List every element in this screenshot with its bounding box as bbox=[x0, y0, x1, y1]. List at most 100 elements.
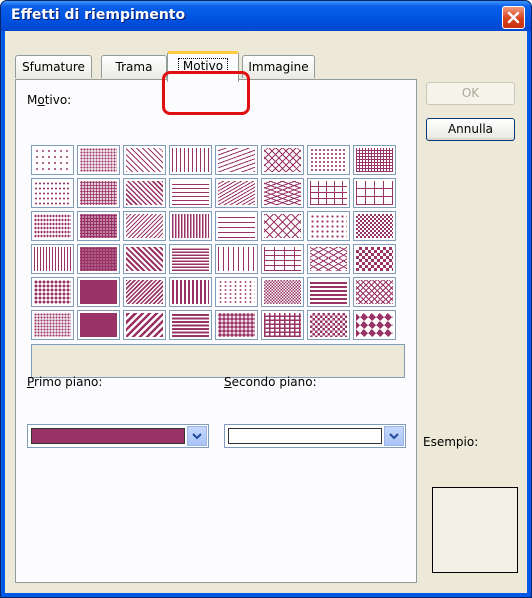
chevron-down-icon bbox=[389, 433, 399, 440]
pattern-swatch[interactable] bbox=[215, 211, 258, 241]
pattern-swatch[interactable] bbox=[353, 310, 396, 340]
pattern-swatch[interactable] bbox=[307, 244, 350, 274]
pattern-swatch-fill bbox=[264, 148, 301, 172]
pattern-swatch-fill bbox=[172, 280, 209, 304]
pattern-swatch[interactable] bbox=[215, 178, 258, 208]
pattern-swatch[interactable] bbox=[77, 145, 120, 175]
pattern-swatch[interactable] bbox=[215, 310, 258, 340]
background-color-swatch bbox=[228, 428, 382, 444]
pattern-swatch-fill bbox=[172, 181, 209, 205]
pattern-swatch[interactable] bbox=[123, 145, 166, 175]
pattern-swatch[interactable] bbox=[353, 145, 396, 175]
pattern-swatch-fill bbox=[80, 214, 117, 238]
pattern-swatch[interactable] bbox=[353, 211, 396, 241]
pattern-swatch[interactable] bbox=[307, 178, 350, 208]
pattern-swatch[interactable] bbox=[307, 145, 350, 175]
pattern-swatch[interactable] bbox=[123, 178, 166, 208]
pattern-swatch[interactable] bbox=[123, 310, 166, 340]
tab-sfumature[interactable]: Sfumature bbox=[15, 55, 92, 78]
dialog-window: Effetti di riempimento Sfumature Trama M… bbox=[0, 0, 532, 598]
pattern-swatch[interactable] bbox=[77, 211, 120, 241]
pattern-swatch-fill bbox=[172, 313, 209, 337]
pattern-swatch-fill bbox=[310, 280, 347, 304]
pattern-swatch-fill bbox=[356, 148, 393, 172]
pattern-swatch-fill bbox=[34, 247, 71, 271]
pattern-swatch[interactable] bbox=[307, 277, 350, 307]
foreground-color-combo[interactable] bbox=[27, 424, 209, 448]
pattern-swatch-fill bbox=[126, 313, 163, 337]
close-button[interactable] bbox=[502, 6, 525, 29]
tab-immagine[interactable]: Immagine bbox=[242, 55, 315, 78]
pattern-swatch-fill bbox=[310, 181, 347, 205]
pattern-swatch-fill bbox=[218, 313, 255, 337]
pattern-swatch[interactable] bbox=[77, 310, 120, 340]
title-bar[interactable]: Effetti di riempimento bbox=[1, 1, 531, 31]
pattern-swatch[interactable] bbox=[307, 211, 350, 241]
background-label: Secondo piano: bbox=[224, 375, 317, 389]
dialog-title: Effetti di riempimento bbox=[11, 7, 186, 23]
pattern-swatch-fill bbox=[80, 148, 117, 172]
pattern-swatch-fill bbox=[126, 181, 163, 205]
pattern-swatch[interactable] bbox=[261, 178, 304, 208]
pattern-swatch[interactable] bbox=[169, 145, 212, 175]
background-color-combo[interactable] bbox=[224, 424, 406, 448]
tab-trama[interactable]: Trama bbox=[101, 55, 167, 78]
pattern-swatch-fill bbox=[34, 148, 71, 172]
ok-button[interactable]: OK bbox=[426, 82, 515, 105]
cancel-button[interactable]: Annulla bbox=[426, 118, 515, 141]
pattern-label: Motivo: bbox=[27, 93, 72, 107]
pattern-swatch[interactable] bbox=[215, 244, 258, 274]
tab-label: Sfumature bbox=[22, 60, 85, 74]
pattern-swatch[interactable] bbox=[261, 277, 304, 307]
pattern-swatch-fill bbox=[218, 181, 255, 205]
pattern-swatch-fill bbox=[264, 214, 301, 238]
pattern-swatch[interactable] bbox=[169, 310, 212, 340]
pattern-swatch[interactable] bbox=[123, 211, 166, 241]
pattern-grid bbox=[31, 145, 396, 340]
background-dropdown-button[interactable] bbox=[384, 426, 404, 446]
pattern-swatch[interactable] bbox=[353, 277, 396, 307]
pattern-swatch[interactable] bbox=[77, 244, 120, 274]
pattern-swatch-fill bbox=[264, 280, 301, 304]
pattern-swatch[interactable] bbox=[77, 178, 120, 208]
pattern-swatch[interactable] bbox=[31, 145, 74, 175]
pattern-swatch[interactable] bbox=[215, 145, 258, 175]
pattern-swatch-fill bbox=[356, 247, 393, 271]
pattern-swatch[interactable] bbox=[261, 244, 304, 274]
pattern-swatch[interactable] bbox=[31, 211, 74, 241]
pattern-swatch[interactable] bbox=[77, 277, 120, 307]
pattern-swatch[interactable] bbox=[261, 145, 304, 175]
pattern-name-box bbox=[31, 344, 405, 378]
pattern-swatch-fill bbox=[310, 214, 347, 238]
pattern-swatch[interactable] bbox=[31, 310, 74, 340]
pattern-swatch-fill bbox=[218, 247, 255, 271]
pattern-swatch[interactable] bbox=[169, 244, 212, 274]
pattern-swatch[interactable] bbox=[169, 211, 212, 241]
pattern-swatch-fill bbox=[310, 313, 347, 337]
pattern-swatch-fill bbox=[126, 280, 163, 304]
pattern-swatch-fill bbox=[218, 214, 255, 238]
pattern-swatch-fill bbox=[34, 280, 71, 304]
dialog-client-area: Sfumature Trama Motivo Immagine Motivo: … bbox=[5, 31, 527, 593]
pattern-swatch[interactable] bbox=[307, 310, 350, 340]
pattern-swatch[interactable] bbox=[261, 211, 304, 241]
pattern-swatch[interactable] bbox=[123, 277, 166, 307]
pattern-swatch-fill bbox=[356, 181, 393, 205]
foreground-dropdown-button[interactable] bbox=[187, 426, 207, 446]
pattern-swatch-fill bbox=[356, 214, 393, 238]
pattern-swatch-fill bbox=[310, 247, 347, 271]
pattern-swatch[interactable] bbox=[31, 178, 74, 208]
pattern-swatch[interactable] bbox=[31, 277, 74, 307]
highlight-annotation bbox=[162, 71, 250, 115]
pattern-swatch[interactable] bbox=[169, 277, 212, 307]
pattern-swatch[interactable] bbox=[215, 277, 258, 307]
pattern-swatch[interactable] bbox=[353, 178, 396, 208]
preview-label: Esempio: bbox=[423, 435, 479, 449]
pattern-swatch[interactable] bbox=[353, 244, 396, 274]
pattern-swatch-fill bbox=[218, 148, 255, 172]
pattern-swatch[interactable] bbox=[169, 178, 212, 208]
pattern-swatch[interactable] bbox=[261, 310, 304, 340]
pattern-swatch[interactable] bbox=[31, 244, 74, 274]
pattern-swatch[interactable] bbox=[123, 244, 166, 274]
pattern-swatch-fill bbox=[356, 313, 393, 337]
